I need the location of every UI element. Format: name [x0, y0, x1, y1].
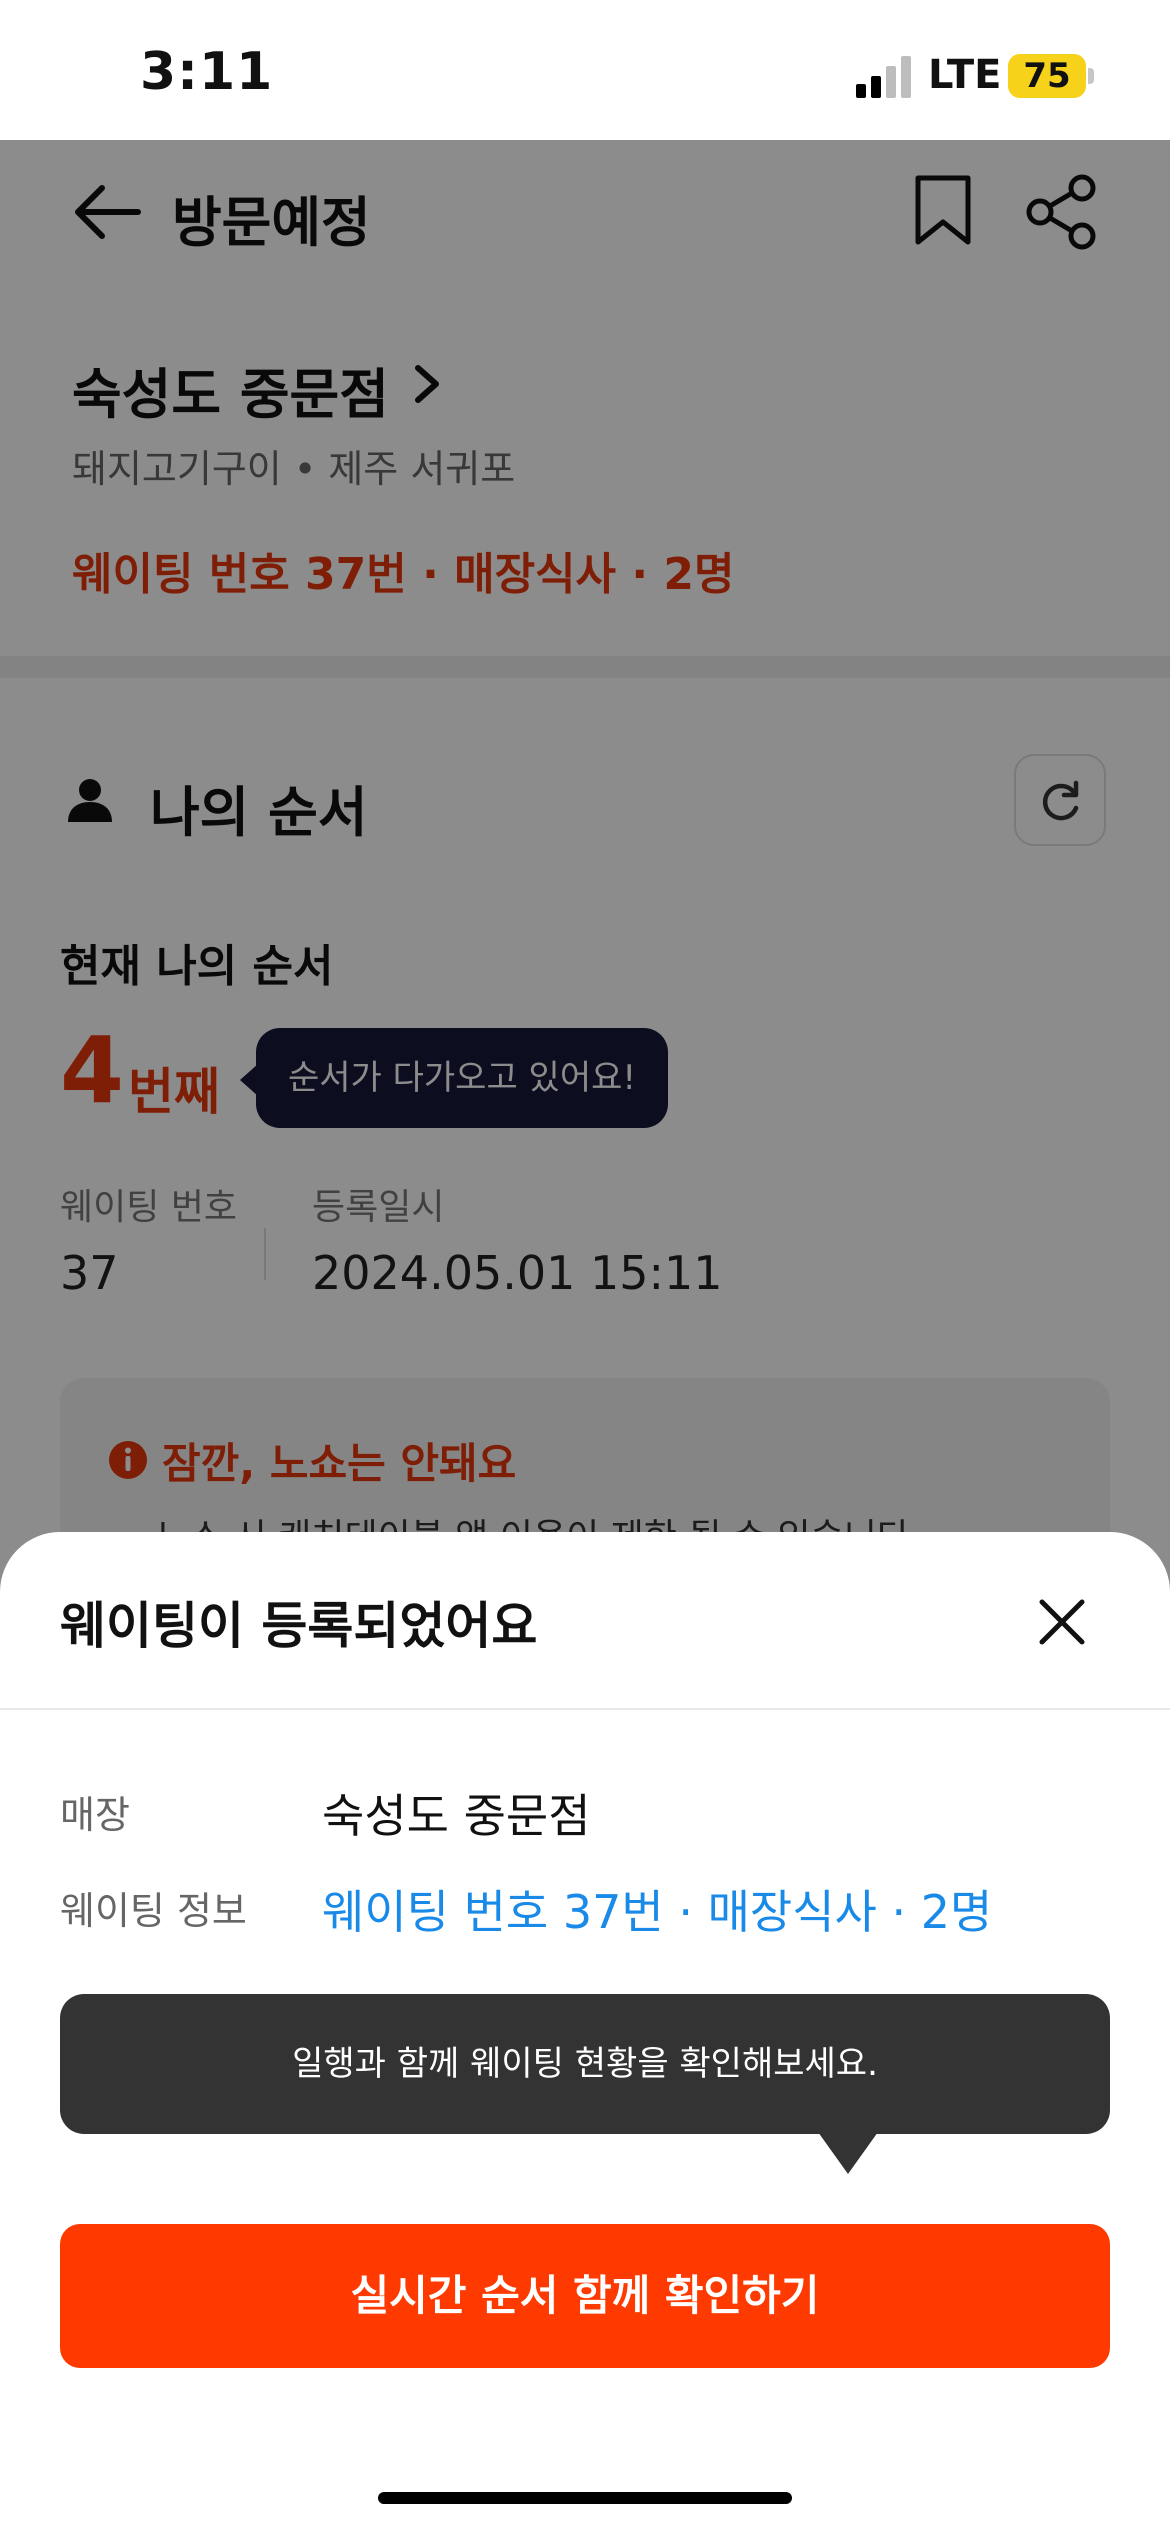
- home-indicator: [378, 2492, 792, 2504]
- signal-icon: [856, 56, 912, 98]
- network-type: LTE: [928, 52, 1002, 98]
- cta-label[interactable]: 실시간 순서 함께 확인하기: [60, 2224, 1110, 2368]
- waiting-info-value: 웨이팅 번호 37번 · 매장식사 · 2명: [322, 1885, 993, 1939]
- close-icon[interactable]: [1036, 1596, 1088, 1648]
- sheet-divider: [0, 1708, 1170, 1710]
- store-value: 숙성도 중문점: [322, 1789, 591, 1843]
- battery-level: 75: [1023, 56, 1071, 96]
- share-tooltip-text: 일행과 함께 웨이팅 현황을 확인해보세요.: [292, 2044, 878, 2084]
- sheet-title: 웨이팅이 등록되었어요: [60, 1597, 538, 1655]
- status-time: 3:11: [140, 42, 274, 102]
- battery-cap: [1088, 68, 1094, 84]
- store-label: 매장: [60, 1793, 130, 1837]
- share-tooltip-arrow: [818, 2132, 878, 2174]
- waiting-info-label: 웨이팅 정보: [60, 1889, 247, 1933]
